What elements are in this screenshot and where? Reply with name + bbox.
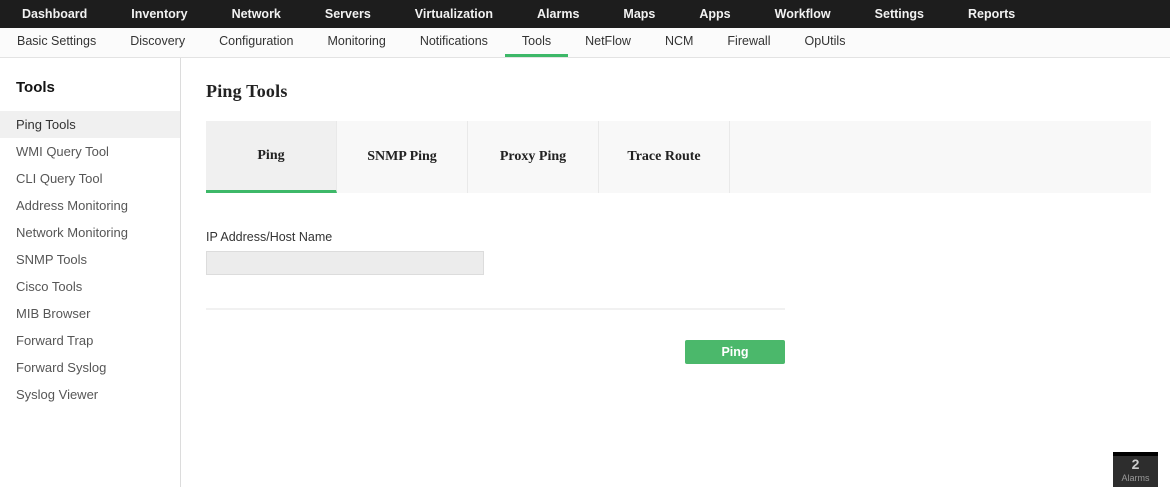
content-layout: Tools Ping Tools WMI Query Tool CLI Quer… [0, 58, 1170, 487]
page-title: Ping Tools [206, 81, 288, 101]
button-row: Ping [206, 340, 785, 364]
sidebar-item-mib-browser[interactable]: MIB Browser [0, 300, 180, 327]
subnav-item-tools[interactable]: Tools [504, 28, 569, 57]
topnav-item-servers[interactable]: Servers [303, 0, 393, 28]
ping-button[interactable]: Ping [685, 340, 785, 364]
sidebar-item-network-monitoring[interactable]: Network Monitoring [0, 219, 180, 246]
settings-sub-navigation: Basic Settings Discovery Configuration M… [0, 28, 1170, 58]
subnav-item-notifications[interactable]: Notifications [403, 28, 505, 57]
topnav-item-reports[interactable]: Reports [946, 0, 1037, 28]
ip-address-label: IP Address/Host Name [206, 230, 333, 244]
tools-sidebar: Tools Ping Tools WMI Query Tool CLI Quer… [0, 58, 181, 487]
topnav-item-apps[interactable]: Apps [677, 0, 752, 28]
alarms-badge-label: Alarms [1121, 473, 1150, 483]
sidebar-item-ping-tools[interactable]: Ping Tools [0, 111, 180, 138]
subnav-item-configuration[interactable]: Configuration [202, 28, 310, 57]
subnav-item-discovery[interactable]: Discovery [113, 28, 202, 57]
sidebar-item-cisco-tools[interactable]: Cisco Tools [0, 273, 180, 300]
topnav-item-alarms[interactable]: Alarms [515, 0, 601, 28]
sidebar-item-cli-query-tool[interactable]: CLI Query Tool [0, 165, 180, 192]
ping-form: IP Address/Host Name Ping [206, 230, 785, 364]
sidebar-item-address-monitoring[interactable]: Address Monitoring [0, 192, 180, 219]
topnav-item-inventory[interactable]: Inventory [109, 0, 209, 28]
sidebar-title: Tools [16, 79, 55, 96]
subnav-item-netflow[interactable]: NetFlow [568, 28, 648, 57]
tab-snmp-ping[interactable]: SNMP Ping [337, 121, 468, 193]
topnav-item-settings[interactable]: Settings [853, 0, 946, 28]
topnav-item-dashboard[interactable]: Dashboard [0, 0, 109, 28]
topnav-item-maps[interactable]: Maps [601, 0, 677, 28]
topnav-item-workflow[interactable]: Workflow [753, 0, 853, 28]
subnav-item-basic-settings[interactable]: Basic Settings [0, 28, 113, 57]
sidebar-item-forward-trap[interactable]: Forward Trap [0, 327, 180, 354]
sidebar-item-syslog-viewer[interactable]: Syslog Viewer [0, 381, 180, 408]
alarms-count: 2 [1131, 456, 1140, 472]
sidebar-item-forward-syslog[interactable]: Forward Syslog [0, 354, 180, 381]
tab-proxy-ping[interactable]: Proxy Ping [468, 121, 599, 193]
tab-ping[interactable]: Ping [206, 121, 337, 193]
subnav-item-monitoring[interactable]: Monitoring [310, 28, 402, 57]
subnav-item-firewall[interactable]: Firewall [710, 28, 787, 57]
ip-address-input[interactable] [206, 251, 484, 275]
subnav-item-ncm[interactable]: NCM [648, 28, 710, 57]
topnav-item-network[interactable]: Network [210, 0, 303, 28]
alarms-badge[interactable]: 2 Alarms [1113, 452, 1158, 487]
sidebar-item-wmi-query-tool[interactable]: WMI Query Tool [0, 138, 180, 165]
subnav-item-oputils[interactable]: OpUtils [787, 28, 862, 57]
form-divider [206, 308, 785, 310]
tab-trace-route[interactable]: Trace Route [599, 121, 730, 193]
top-navigation: Dashboard Inventory Network Servers Virt… [0, 0, 1170, 28]
sidebar-item-snmp-tools[interactable]: SNMP Tools [0, 246, 180, 273]
ping-tools-tabbar: Ping SNMP Ping Proxy Ping Trace Route [206, 121, 1151, 193]
topnav-item-virtualization[interactable]: Virtualization [393, 0, 515, 28]
main-panel: Ping Tools Ping SNMP Ping Proxy Ping Tra… [181, 58, 1170, 487]
